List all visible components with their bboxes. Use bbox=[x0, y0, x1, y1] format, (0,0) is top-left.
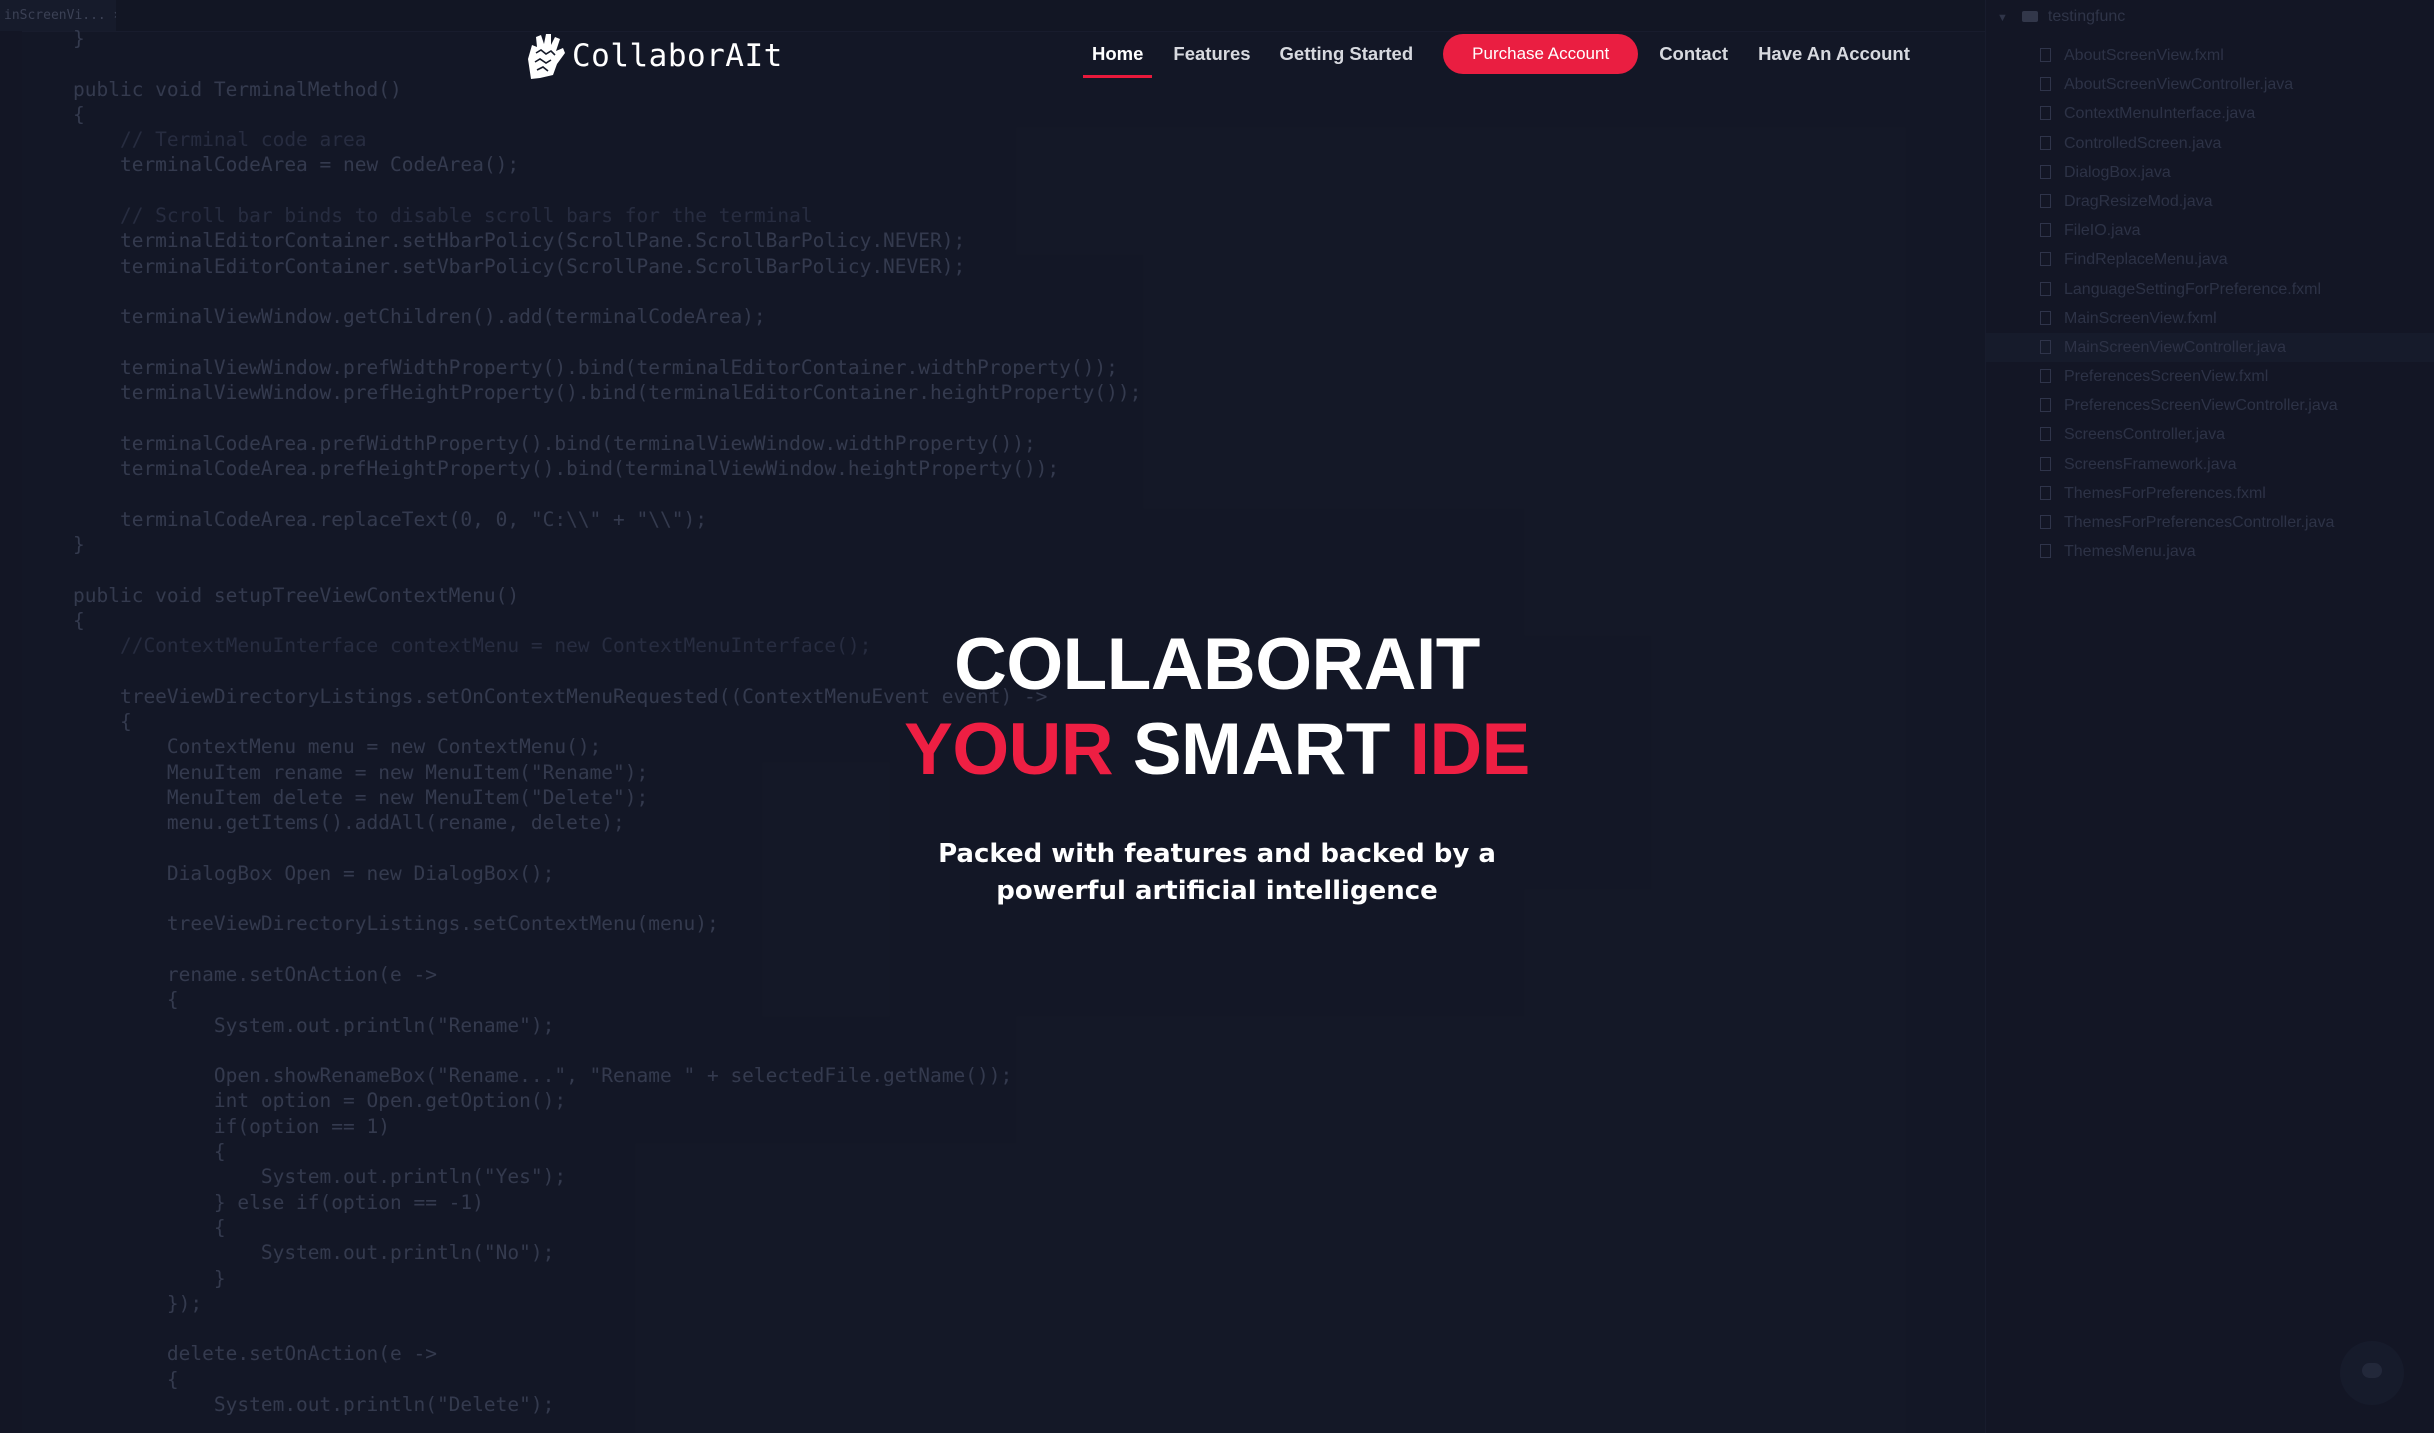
hero-tagline: YOUR SMART IDE bbox=[0, 707, 2434, 792]
nav-home[interactable]: Home bbox=[1082, 34, 1153, 78]
hero-subtitle: Packed with features and backed by a pow… bbox=[938, 839, 1496, 906]
logo-text: CollaborAIt bbox=[572, 38, 783, 74]
nav-getting-started[interactable]: Getting Started bbox=[1280, 34, 1414, 74]
hero-title: COLLABORAIT bbox=[954, 624, 1480, 705]
tagline-smart: SMART bbox=[1132, 709, 1391, 790]
nav-contact[interactable]: Contact bbox=[1659, 34, 1728, 74]
main-nav: Home Features Getting Started Purchase A… bbox=[1082, 34, 1910, 78]
nav-have-account[interactable]: Have An Account bbox=[1758, 34, 1910, 74]
logo-link[interactable]: CollaborAIt bbox=[524, 30, 783, 82]
hero-section: COLLABORAIT YOUR SMART IDE Packed with f… bbox=[0, 622, 2434, 910]
tagline-ide: IDE bbox=[1409, 709, 1531, 790]
nav-features[interactable]: Features bbox=[1173, 34, 1250, 74]
purchase-account-button[interactable]: Purchase Account bbox=[1443, 34, 1639, 74]
hand-logo-icon bbox=[528, 34, 565, 79]
tagline-your: YOUR bbox=[904, 709, 1114, 790]
